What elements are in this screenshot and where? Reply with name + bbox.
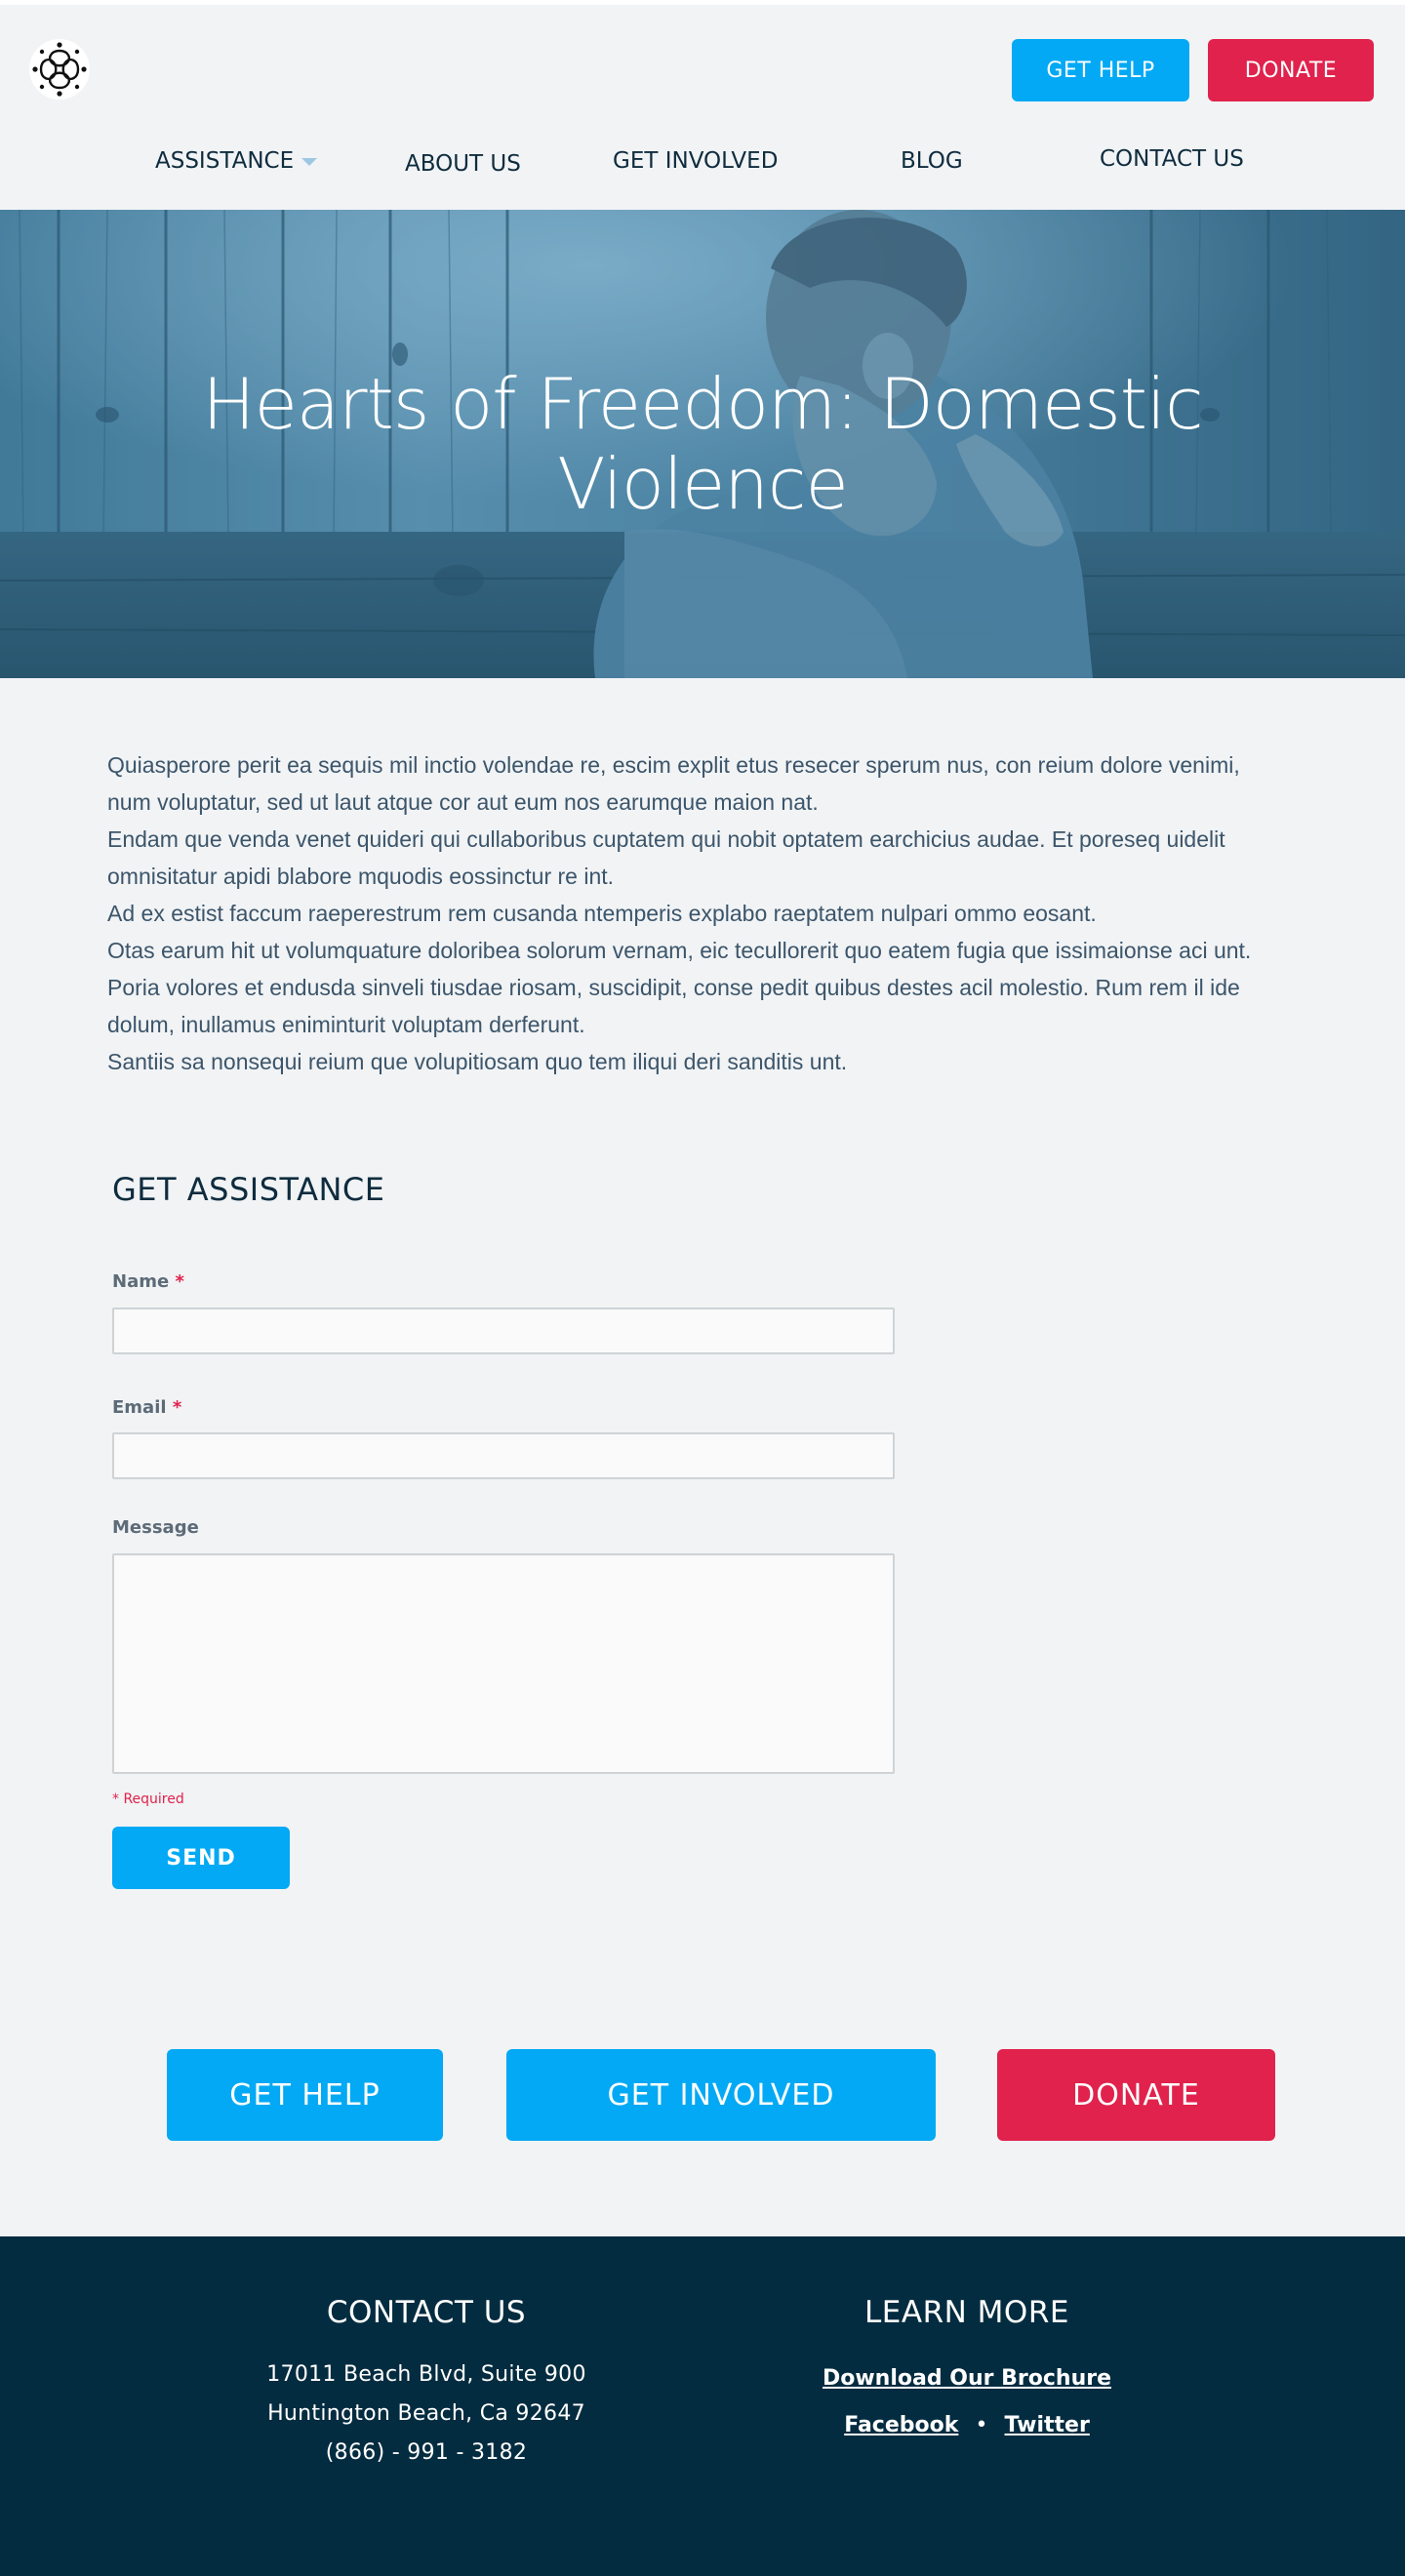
intro-paragraph: Poria volores et endusda sinveli tiusdae…	[107, 975, 1240, 1037]
email-field[interactable]	[112, 1432, 895, 1479]
nav-item-contact-us[interactable]: CONTACT US	[1100, 146, 1244, 172]
chevron-down-icon	[301, 158, 318, 166]
footer-address-line2: Huntington Beach, Ca 92647	[267, 2401, 585, 2426]
intro-paragraph: Otas earum hit ut volumquature doloribea…	[107, 938, 1252, 963]
footer-learn-column: LEARN MORE Download Our Brochure Faceboo…	[772, 2295, 1162, 2449]
footer-contact-title: CONTACT US	[326, 2295, 527, 2330]
nav-item-label: ABOUT US	[405, 151, 521, 177]
cta-get-involved-button[interactable]: GET INVOLVED	[506, 2049, 936, 2141]
facebook-link[interactable]: Facebook	[844, 2413, 958, 2437]
intro-paragraph: Endam que venda venet quideri qui cullab…	[107, 826, 1225, 889]
site-footer: CONTACT US 17011 Beach Blvd, Suite 900 H…	[0, 2236, 1405, 2576]
link-separator: •	[975, 2413, 988, 2437]
required-asterisk: *	[175, 1271, 184, 1292]
message-field[interactable]	[112, 1553, 895, 1774]
cta-donate-button[interactable]: DONATE	[997, 2049, 1275, 2141]
site-logo[interactable]	[29, 39, 90, 100]
nav-item-label: BLOG	[901, 148, 963, 174]
twitter-link[interactable]: Twitter	[1005, 2413, 1090, 2437]
nav-item-label: CONTACT US	[1100, 146, 1244, 172]
nav-item-blog[interactable]: BLOG	[901, 148, 963, 174]
message-label: Message	[112, 1517, 199, 1538]
intro-paragraph: Ad ex estist faccum raeperestrum rem cus…	[107, 901, 1097, 926]
nav-item-label: GET INVOLVED	[613, 148, 779, 174]
nav-item-get-involved[interactable]: GET INVOLVED	[613, 148, 778, 174]
intro-paragraph: Quiasperore perit ea sequis mil inctio v…	[107, 752, 1240, 815]
top-border	[0, 0, 1405, 5]
name-label-text: Name	[112, 1271, 170, 1292]
nav-item-about-us[interactable]: ABOUT US	[405, 151, 521, 177]
email-label: Email *	[112, 1397, 181, 1418]
name-field[interactable]	[112, 1308, 895, 1354]
nav-item-assistance[interactable]: ASSISTANCE	[155, 148, 318, 174]
name-label: Name *	[112, 1271, 184, 1292]
message-label-text: Message	[112, 1517, 199, 1538]
intro-text: Quiasperore perit ea sequis mil inctio v…	[107, 746, 1278, 1080]
footer-address-line1: 17011 Beach Blvd, Suite 900	[266, 2362, 586, 2387]
hero-banner: Hearts of Freedom: Domestic Violence	[0, 210, 1405, 678]
footer-contact-column: CONTACT US 17011 Beach Blvd, Suite 900 H…	[231, 2295, 622, 2473]
email-label-text: Email	[112, 1397, 167, 1418]
hero-title: Hearts of Freedom: Domestic Violence	[202, 363, 1203, 525]
brochure-link[interactable]: Download Our Brochure	[823, 2366, 1111, 2391]
footer-phone: (866) - 991 - 3182	[325, 2440, 528, 2465]
intro-paragraph: Santiis sa nonsequi reium que volupitios…	[107, 1049, 848, 1074]
form-title: GET ASSISTANCE	[112, 1171, 385, 1208]
header-donate-button[interactable]: DONATE	[1208, 39, 1374, 101]
cta-get-help-button[interactable]: GET HELP	[167, 2049, 443, 2141]
header-get-help-button[interactable]: GET HELP	[1012, 39, 1189, 101]
required-note: * Required	[112, 1791, 184, 1807]
footer-learn-title: LEARN MORE	[864, 2295, 1069, 2330]
required-asterisk: *	[172, 1397, 182, 1418]
nav-item-label: ASSISTANCE	[155, 148, 295, 174]
circular-knot-logo-icon	[31, 41, 88, 98]
send-button[interactable]: SEND	[112, 1827, 290, 1889]
